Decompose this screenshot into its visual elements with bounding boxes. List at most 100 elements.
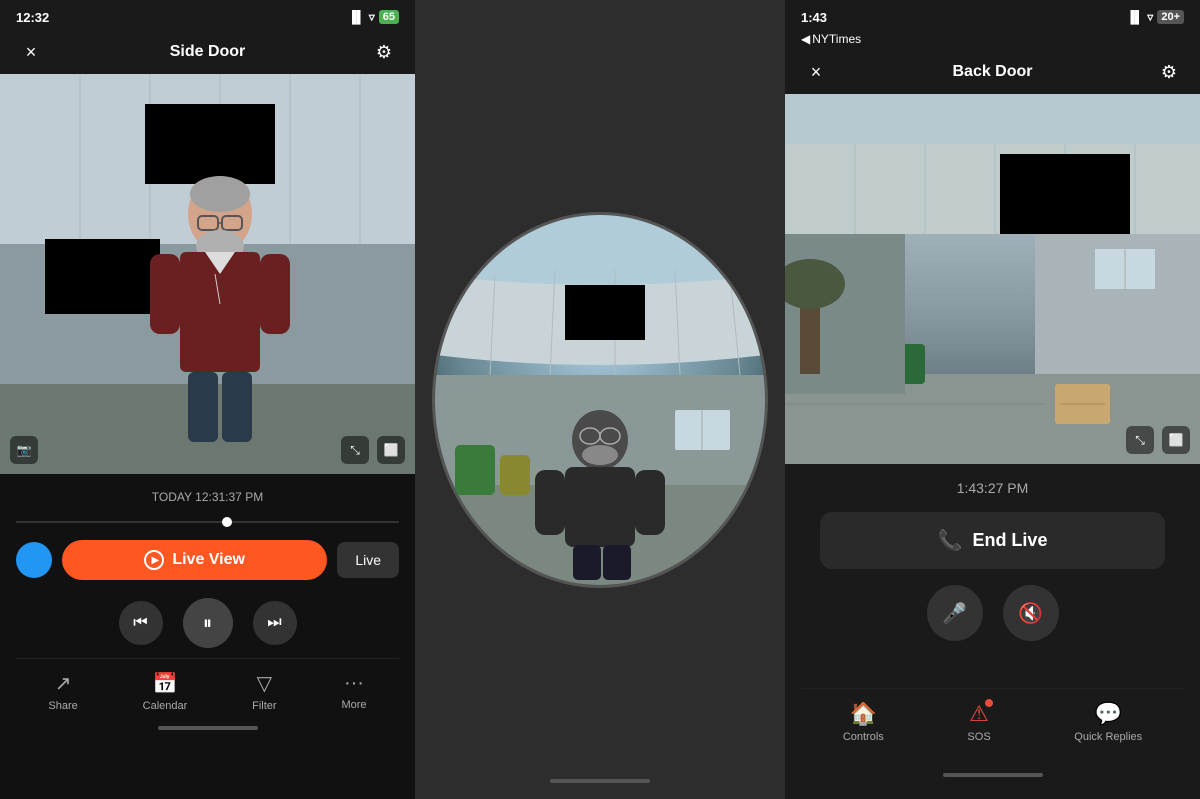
quick-replies-icon: 💬 xyxy=(1095,701,1122,727)
sos-dot xyxy=(985,699,993,707)
panel-back-door: 1:43 ▐▌ ▿ 20+ ◀ NYTimes × Back Door ⚙ xyxy=(785,0,1200,799)
filter-button[interactable]: ▽ Filter xyxy=(252,671,276,712)
cam-overlay-p3: ⤡ ⬜ xyxy=(1126,426,1190,454)
calendar-label: Calendar xyxy=(143,700,188,712)
filter-label: Filter xyxy=(252,700,276,712)
nav-bar-p1: × Side Door ⚙ xyxy=(0,30,415,74)
back-chevron: ◀ xyxy=(801,32,810,46)
controls-nav-item[interactable]: 🏠 Controls xyxy=(843,701,884,743)
camera-feed-p1: 📷 ⤡ ⬜ xyxy=(0,74,415,474)
person-svg-p1 xyxy=(120,174,320,454)
p3-scene-bg xyxy=(785,94,1200,464)
more-icon: ··· xyxy=(344,672,364,695)
close-button-p1[interactable]: × xyxy=(16,42,46,63)
calendar-button[interactable]: 📅 Calendar xyxy=(143,671,188,712)
timeline-track-p1[interactable] xyxy=(16,521,399,523)
scene-bg-p1 xyxy=(0,74,415,474)
time-p3: 1:43 xyxy=(801,10,827,25)
more-label: More xyxy=(341,699,366,711)
sos-label: SOS xyxy=(967,731,990,743)
cam-overlay-right-p1: ⤡ ⬜ xyxy=(341,436,405,464)
time-p1: 12:32 xyxy=(16,10,49,25)
live-toggle-row-p1: ▶ Live View Live xyxy=(16,532,399,588)
controls-icon: 🏠 xyxy=(850,701,877,727)
fullscreen-icon-p3[interactable]: ⬜ xyxy=(1162,426,1190,454)
signal-icon: ▐▌ xyxy=(348,10,365,24)
status-bar-p3: 1:43 ▐▌ ▿ 20+ xyxy=(785,0,1200,30)
status-icons-p3: ▐▌ ▿ 20+ xyxy=(1126,10,1184,24)
calendar-icon: 📅 xyxy=(153,671,178,696)
controls-area-p1: TODAY 12:31:37 PM ▶ Live View Live xyxy=(0,474,415,799)
status-icons-p1: ▐▌ ▿ 65 xyxy=(348,10,399,24)
timestamp-bar-p1: TODAY 12:31:37 PM xyxy=(16,482,399,512)
share-label: Share xyxy=(48,700,77,712)
nav-title-p3: Back Door xyxy=(831,63,1154,81)
home-indicator-p3 xyxy=(801,767,1184,783)
wifi-icon-p3: ▿ xyxy=(1147,10,1153,24)
timeline-p1[interactable] xyxy=(16,512,399,532)
play-circle-icon: ▶ xyxy=(144,550,164,570)
timestamp-p3: 1:43:27 PM xyxy=(957,480,1029,496)
live-button[interactable]: Live xyxy=(337,542,399,578)
timestamp-text-p1: TODAY 12:31:37 PM xyxy=(152,490,263,504)
speaker-button[interactable]: 🔇 xyxy=(1003,585,1059,641)
fullscreen-icon[interactable]: ⬜ xyxy=(377,436,405,464)
sos-icon-wrap: ⚠ xyxy=(969,701,989,727)
end-live-button[interactable]: 📞 End Live xyxy=(820,512,1165,569)
camera-feed-p3: ⤡ ⬜ xyxy=(785,94,1200,464)
wifi-icon: ▿ xyxy=(369,10,375,24)
signal-icon-p3: ▐▌ xyxy=(1126,10,1143,24)
live-view-label: Live View xyxy=(172,551,245,569)
mute-button[interactable]: 🎤 xyxy=(927,585,983,641)
mic-icon: 🎤 xyxy=(942,601,967,626)
end-live-label: End Live xyxy=(972,530,1047,551)
battery-p1: 65 xyxy=(379,10,399,24)
speaker-icon: 🔇 xyxy=(1018,601,1043,626)
camera-icon[interactable]: 📷 xyxy=(10,436,38,464)
live-view-button[interactable]: ▶ Live View xyxy=(62,540,327,580)
nytimes-back-label[interactable]: ◀ NYTimes xyxy=(801,32,1184,46)
panel-middle-feed xyxy=(415,0,785,799)
live-label: Live xyxy=(355,552,381,568)
next-icon: ⏭ xyxy=(267,614,281,632)
nav-title-p1: Side Door xyxy=(46,43,369,61)
bottom-toolbar-p1: ↗ Share 📅 Calendar ▽ Filter ··· More xyxy=(16,658,399,720)
phone-end-icon: 📞 xyxy=(938,528,963,553)
expand-icon-p3[interactable]: ⤡ xyxy=(1126,426,1154,454)
filter-icon: ▽ xyxy=(257,671,272,696)
close-button-p3[interactable]: × xyxy=(801,62,831,83)
more-button[interactable]: ··· More xyxy=(341,672,366,711)
home-bar-p3 xyxy=(943,773,1043,777)
next-button[interactable]: ⏭ xyxy=(253,601,297,645)
prev-button[interactable]: ⏮ xyxy=(119,601,163,645)
timeline-cursor-p1 xyxy=(222,517,232,527)
controls-label: Controls xyxy=(843,731,884,743)
blue-dot-p1 xyxy=(16,542,52,578)
mic-controls: 🎤 🔇 xyxy=(927,585,1059,641)
home-indicator-p1 xyxy=(16,720,399,736)
home-indicator-middle xyxy=(415,773,785,789)
home-bar-p1 xyxy=(158,726,258,730)
nav-bar-p3: × Back Door ⚙ xyxy=(785,50,1200,94)
quick-replies-nav-item[interactable]: 💬 Quick Replies xyxy=(1074,701,1142,743)
nytimes-bar: ◀ NYTimes xyxy=(785,30,1200,50)
settings-button-p3[interactable]: ⚙ xyxy=(1154,62,1184,83)
middle-fisheye-view xyxy=(435,215,765,585)
home-bar-middle xyxy=(550,779,650,783)
battery-p3: 20+ xyxy=(1157,10,1184,24)
sos-nav-item[interactable]: ⚠ SOS xyxy=(967,701,990,743)
status-bar-p1: 12:32 ▐▌ ▿ 65 xyxy=(0,0,415,30)
bottom-nav-p3: 🏠 Controls ⚠ SOS 💬 Quick Replies xyxy=(801,688,1184,751)
share-button[interactable]: ↗ Share xyxy=(48,671,77,712)
share-icon: ↗ xyxy=(55,671,72,696)
pause-button[interactable]: ⏸ xyxy=(183,598,233,648)
settings-button-p1[interactable]: ⚙ xyxy=(369,42,399,63)
prev-icon: ⏮ xyxy=(133,614,147,632)
expand-icon[interactable]: ⤡ xyxy=(341,436,369,464)
quick-replies-label: Quick Replies xyxy=(1074,731,1142,743)
fisheye-scene-svg xyxy=(435,215,765,585)
pause-icon: ⏸ xyxy=(203,613,212,634)
backyard-scene-svg xyxy=(785,94,1200,464)
end-live-controls: 1:43:27 PM 📞 End Live 🎤 🔇 🏠 Controls xyxy=(785,464,1200,799)
cam-overlay-left-p1: 📷 xyxy=(10,436,38,464)
